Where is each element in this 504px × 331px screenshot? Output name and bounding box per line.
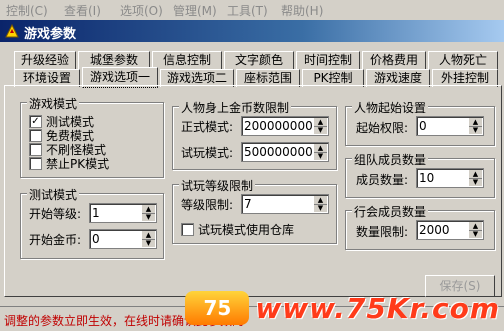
menu-help[interactable]: 帮助(H) xyxy=(281,2,323,19)
watermark-logo: 75 xyxy=(185,291,250,325)
tab-text-color[interactable]: 文字颜色 xyxy=(224,51,294,69)
team-size-label: 成员数量: xyxy=(356,173,409,187)
gold-limit-title: 人物身上金币数限制 xyxy=(179,99,292,116)
watermark: 75 www.75Kr.com xyxy=(185,287,500,329)
test-mode-group: 测试模式 开始等级: ▲▼ 开始金币: ▲▼ xyxy=(20,186,164,259)
spin-down-icon[interactable]: ▼ xyxy=(142,239,155,247)
guild-size-spinner[interactable]: ▲▼ xyxy=(416,220,484,240)
spin-down-icon[interactable]: ▼ xyxy=(469,178,482,186)
spin-buttons[interactable]: ▲ ▼ xyxy=(313,118,327,134)
menu-control[interactable]: 控制(C) xyxy=(6,2,48,19)
level-limit-input[interactable] xyxy=(244,196,312,211)
guild-size-group: 行会成员数量 数量限制: ▲▼ xyxy=(345,203,495,250)
spin-down-icon[interactable]: ▼ xyxy=(469,230,482,238)
official-gold-input[interactable] xyxy=(244,118,312,133)
spin-down-icon[interactable]: ▼ xyxy=(314,126,327,134)
official-mode-label: 正式模式: xyxy=(181,120,234,134)
game-mode-group: 游戏模式 ✓ 测试模式 免费模式 不刷怪模式 禁止PK模式 xyxy=(20,95,164,178)
start-gold-input[interactable] xyxy=(92,231,140,246)
spin-buttons[interactable]: ▲ ▼ xyxy=(313,144,327,160)
trial-level-title: 试玩等级限制 xyxy=(179,177,256,194)
char-start-group: 人物起始设置 起始权限: ▲▼ xyxy=(345,99,495,146)
menu-view[interactable]: 查看(I) xyxy=(64,2,101,19)
spin-buttons[interactable]: ▲ ▼ xyxy=(468,170,482,186)
start-level-spinner[interactable]: ▲▼ xyxy=(89,203,157,223)
tab-upgrade-exp[interactable]: 升级经验 xyxy=(14,51,76,69)
spin-down-icon[interactable]: ▼ xyxy=(314,204,327,212)
checkbox-label: 试玩模式使用仓库 xyxy=(198,223,295,237)
spin-buttons[interactable]: ▲ ▼ xyxy=(313,196,327,212)
tab-time-control[interactable]: 时间控制 xyxy=(296,51,360,69)
trial-level-group: 试玩等级限制 等级限制: ▲▼ 试玩模式使用仓库 xyxy=(172,177,337,244)
team-size-input[interactable] xyxy=(419,170,467,185)
start-gold-spinner[interactable]: ▲▼ xyxy=(89,229,157,249)
menu-manage[interactable]: 管理(M) xyxy=(173,2,217,19)
level-limit-spinner[interactable]: ▲▼ xyxy=(241,194,329,214)
guild-size-label: 数量限制: xyxy=(356,225,409,239)
menu-bar: 控制(C) 查看(I) 选项(O) 管理(M) 工具(T) 帮助(H) xyxy=(0,0,504,18)
spin-buttons[interactable]: ▲ ▼ xyxy=(141,205,155,221)
spin-buttons[interactable]: ▲ ▼ xyxy=(141,231,155,247)
trial-warehouse-checkbox[interactable]: 试玩模式使用仓库 xyxy=(181,221,294,238)
trial-gold-spinner[interactable]: ▲▼ xyxy=(241,142,329,162)
menu-tools[interactable]: 工具(T) xyxy=(227,2,268,19)
checkbox-label: 禁止PK模式 xyxy=(46,157,110,171)
spin-down-icon[interactable]: ▼ xyxy=(142,213,155,221)
watermark-text: www.75Kr.com xyxy=(255,291,500,325)
window-title-bar[interactable]: 游戏参数 xyxy=(0,20,504,42)
level-limit-label: 等级限制: xyxy=(181,198,234,212)
tab-info-control[interactable]: 信息控制 xyxy=(152,51,222,69)
start-gold-label: 开始金币: xyxy=(29,233,82,247)
test-mode-title: 测试模式 xyxy=(27,186,80,203)
start-permission-label: 起始权限: xyxy=(356,121,409,135)
trial-mode-label: 试玩模式: xyxy=(181,146,234,160)
checkbox-box[interactable] xyxy=(29,157,42,170)
start-permission-spinner[interactable]: ▲▼ xyxy=(416,116,484,136)
start-level-input[interactable] xyxy=(92,205,140,220)
tab-char-death[interactable]: 人物死亡 xyxy=(428,51,498,69)
spin-down-icon[interactable]: ▼ xyxy=(314,152,327,160)
official-gold-spinner[interactable]: ▲▼ xyxy=(241,116,329,136)
app-icon xyxy=(5,23,19,38)
guild-size-title: 行会成员数量 xyxy=(352,203,429,220)
no-pk-mode-checkbox[interactable]: 禁止PK模式 xyxy=(29,155,109,172)
trial-gold-input[interactable] xyxy=(244,144,312,159)
window-title: 游戏参数 xyxy=(24,27,77,42)
char-start-title: 人物起始设置 xyxy=(352,99,429,116)
spin-buttons[interactable]: ▲ ▼ xyxy=(468,118,482,134)
game-mode-title: 游戏模式 xyxy=(27,95,80,112)
team-size-group: 组队成员数量 成员数量: ▲▼ xyxy=(345,151,495,198)
tab-price-fee[interactable]: 价格费用 xyxy=(362,51,426,69)
menu-options[interactable]: 选项(O) xyxy=(120,2,163,19)
checkbox-box[interactable] xyxy=(181,223,194,236)
start-level-label: 开始等级: xyxy=(29,207,82,221)
team-size-title: 组队成员数量 xyxy=(352,151,429,168)
start-permission-input[interactable] xyxy=(419,118,467,133)
spin-down-icon[interactable]: ▼ xyxy=(469,126,482,134)
gold-limit-group: 人物身上金币数限制 正式模式: ▲▼ 试玩模式: ▲▼ xyxy=(172,99,337,170)
team-size-spinner[interactable]: ▲▼ xyxy=(416,168,484,188)
spin-buttons[interactable]: ▲ ▼ xyxy=(468,222,482,238)
guild-size-input[interactable] xyxy=(419,222,467,237)
